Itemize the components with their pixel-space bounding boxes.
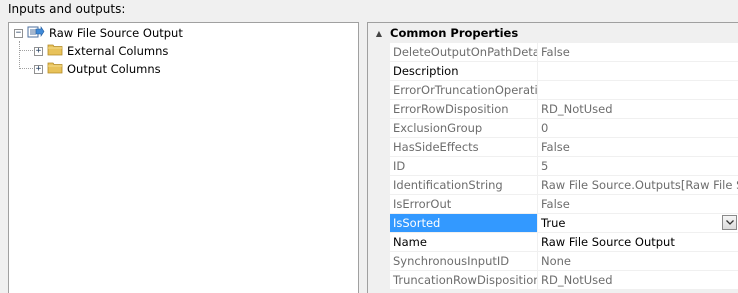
property-name: DeleteOutputOnPathDetach <box>390 43 538 61</box>
property-name: ID <box>390 157 538 175</box>
tree-node-output-columns[interactable]: + Output Columns <box>34 60 161 78</box>
property-row[interactable]: IdentificationString Raw File Source.Out… <box>390 176 738 195</box>
property-value: False <box>538 138 738 156</box>
property-grid[interactable]: ▲ Common Properties DeleteOutputOnPathDe… <box>367 22 738 293</box>
property-row[interactable]: ErrorRowDisposition RD_NotUsed <box>390 100 738 119</box>
property-value-field[interactable] <box>538 62 738 80</box>
property-value: RD_NotUsed <box>538 100 738 118</box>
output-icon <box>27 25 45 42</box>
property-row[interactable]: HasSideEffects False <box>390 138 738 157</box>
property-row[interactable]: TruncationRowDisposition RD_NotUsed <box>390 271 738 290</box>
property-name: ErrorRowDisposition <box>390 100 538 118</box>
property-row[interactable]: SynchronousInputID None <box>390 252 738 271</box>
property-row[interactable]: DeleteOutputOnPathDetach False <box>390 43 738 62</box>
property-name: ErrorOrTruncationOperation <box>390 81 538 99</box>
property-value: Raw File Source.Outputs[Raw File S <box>538 176 738 194</box>
property-row[interactable]: Name Raw File Source Output <box>390 233 738 252</box>
category-label: Common Properties <box>390 26 519 40</box>
property-name: IsSorted <box>390 214 538 232</box>
chevron-down-icon <box>725 220 734 225</box>
property-name: SynchronousInputID <box>390 252 538 270</box>
tree-node-label: Output Columns <box>67 62 161 76</box>
property-name: HasSideEffects <box>390 138 538 156</box>
property-name: Name <box>390 233 538 251</box>
dropdown-button[interactable] <box>722 215 737 230</box>
property-row[interactable]: Description <box>390 62 738 81</box>
property-value-text: True <box>541 216 566 230</box>
property-row[interactable]: IsErrorOut False <box>390 195 738 214</box>
folder-icon <box>47 43 63 59</box>
category-common-properties[interactable]: ▲ Common Properties <box>368 23 738 43</box>
property-value <box>538 81 738 99</box>
tree-node-root[interactable]: − Raw File Source Output <box>14 24 183 42</box>
property-row[interactable]: ID 5 <box>390 157 738 176</box>
property-name: IdentificationString <box>390 176 538 194</box>
property-value-select[interactable]: True <box>538 214 738 232</box>
expand-expander[interactable]: + <box>34 46 43 56</box>
property-value: 5 <box>538 157 738 175</box>
tree-node-label: External Columns <box>67 44 169 58</box>
tree-node-external-columns[interactable]: + External Columns <box>34 42 168 60</box>
property-name: Description <box>390 62 538 80</box>
property-name: IsErrorOut <box>390 195 538 213</box>
tree-node-label: Raw File Source Output <box>49 26 183 40</box>
property-value: False <box>538 43 738 61</box>
collapse-expander[interactable]: − <box>14 28 23 38</box>
inputs-outputs-label: Inputs and outputs: <box>8 2 126 16</box>
property-row-selected[interactable]: IsSorted True <box>390 214 738 233</box>
property-value: False <box>538 195 738 213</box>
property-value: None <box>538 252 738 270</box>
property-row[interactable]: ErrorOrTruncationOperation <box>390 81 738 100</box>
inputs-outputs-tree[interactable]: − Raw File Source Output + External Colu… <box>8 22 359 293</box>
property-value-field[interactable]: Raw File Source Output <box>538 233 738 251</box>
property-name: ExclusionGroup <box>390 119 538 137</box>
property-row[interactable]: ExclusionGroup 0 <box>390 119 738 138</box>
folder-icon <box>47 61 63 77</box>
collapse-triangle-icon[interactable]: ▲ <box>368 29 390 38</box>
property-value: 0 <box>538 119 738 137</box>
expand-expander[interactable]: + <box>34 64 43 74</box>
property-value: RD_NotUsed <box>538 271 738 289</box>
property-name: TruncationRowDisposition <box>390 271 538 289</box>
